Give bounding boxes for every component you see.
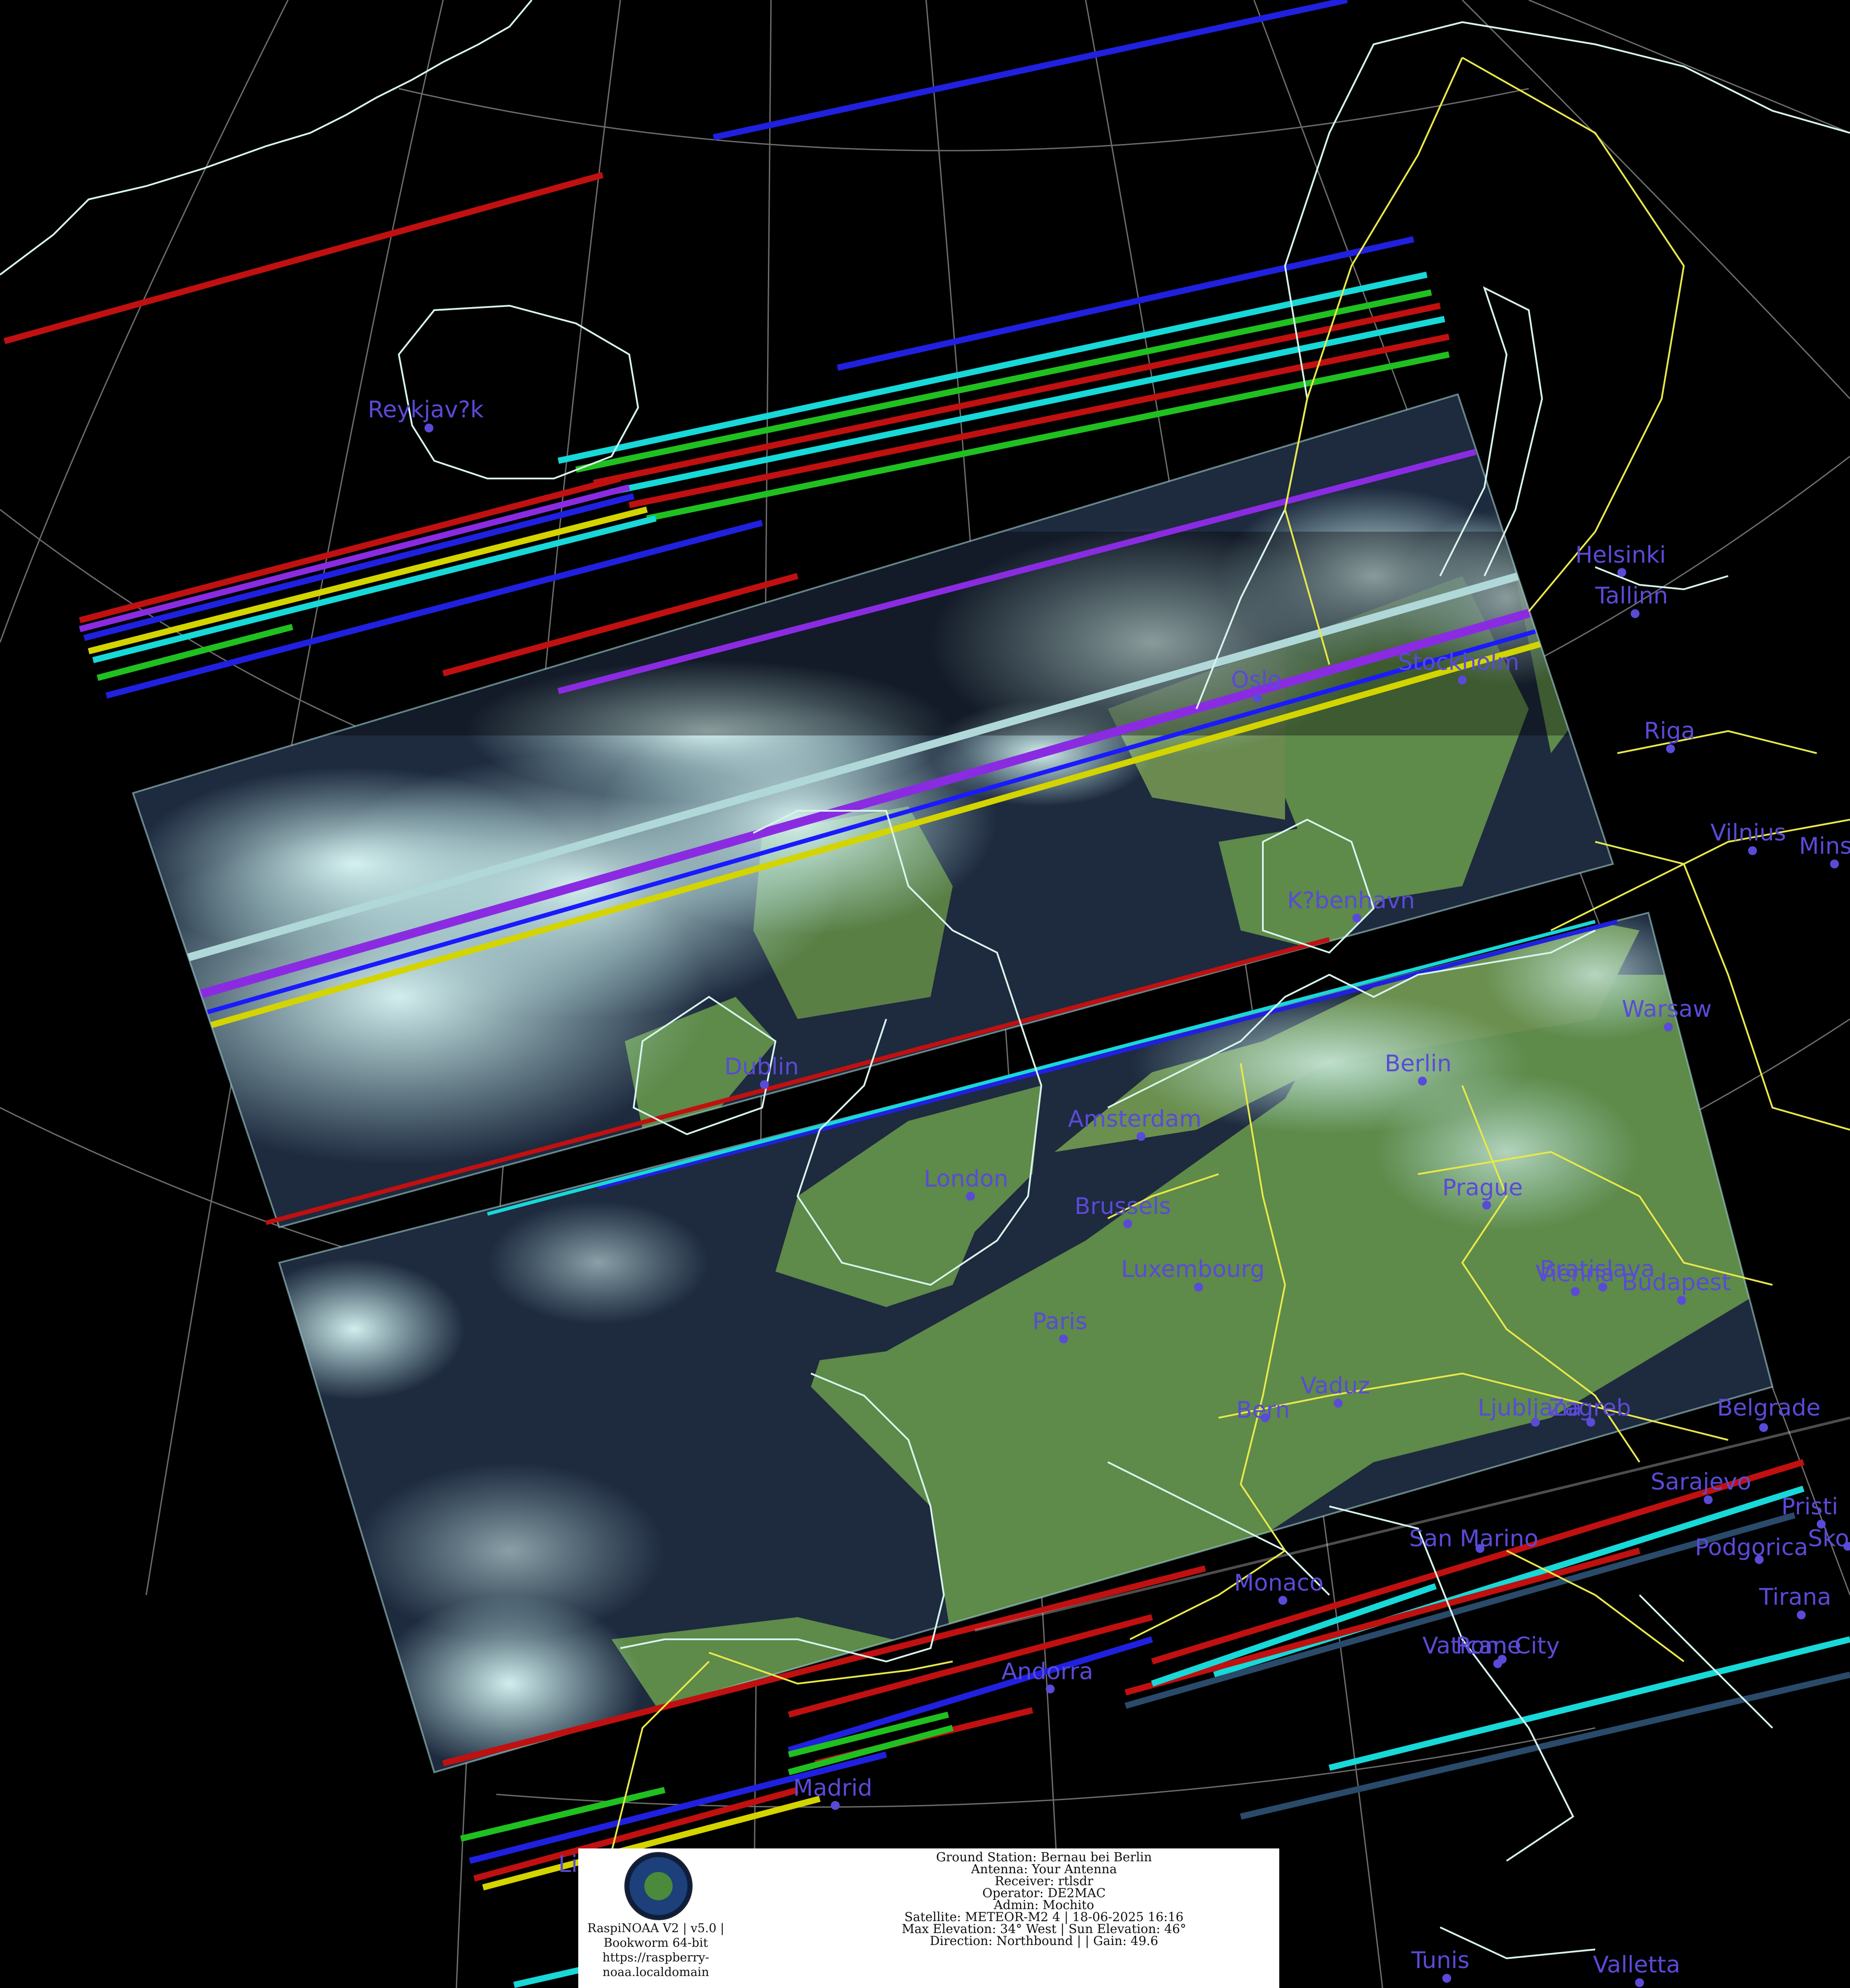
satellite-map: Reykjav?k Helsinki Tallinn Stockholm Osl… [0,0,1850,1988]
software-line-3: https://raspberry- [602,1951,709,1965]
receiver: Receiver: rtlsdr [994,1874,1094,1888]
city-rome: Rome [1456,1633,1521,1664]
city-label-budapest: Budapest [1622,1269,1731,1296]
city-lisbon: Li [558,1851,577,1878]
city-tunis: Tunis [1411,1947,1469,1983]
antenna: Antenna: Your Antenna [971,1862,1117,1876]
city-skopje: Sko [1808,1525,1850,1552]
city-reykjavik: Reykjav?k [368,397,483,432]
city-label-san-marino: San Marino [1409,1525,1538,1552]
city-label-luxembourg: Luxembourg [1121,1256,1265,1283]
city-vilnius: Vilnius [1710,820,1786,855]
city-podgorica: Podgorica [1695,1534,1808,1564]
city-label-rome: Rome [1456,1633,1521,1659]
city-monaco: Monaco [1234,1570,1324,1605]
software-line-4: noaa.localdomain [602,1965,709,1979]
elevation: Max Elevation: 34° West | Sun Elevation:… [901,1922,1187,1936]
city-label-prague: Prague [1442,1175,1523,1201]
city-valletta: Valletta [1593,1952,1680,1987]
city-label-berlin: Berlin [1385,1050,1452,1077]
city-minsk: Mins [1799,833,1850,868]
city-label-tirana: Tirana [1759,1584,1831,1611]
city-tallinn: Tallinn [1595,583,1668,618]
city-label-warsaw: Warsaw [1622,996,1712,1023]
city-label-tallinn: Tallinn [1595,583,1668,609]
city-label-brussels: Brussels [1075,1193,1171,1220]
city-label-valletta: Valletta [1593,1952,1680,1978]
city-label-skopje: Sko [1808,1525,1849,1552]
info-panel: RaspiNOAA V2 | v5.0 | Bookworm 64-bit ht… [578,1848,1279,1988]
satellite-swath [133,394,1772,1772]
raspinoaa-logo-icon [624,1852,693,1920]
city-label-lisbon: Li [558,1851,577,1878]
city-label-helsinki: Helsinki [1575,542,1666,568]
city-label-riga: Riga [1644,718,1695,744]
software-line-1: RaspiNOAA V2 | v5.0 | [587,1922,724,1935]
admin: Admin: Mochito [993,1898,1094,1912]
station-info: Ground Station: Bernau bei Berlin Antenn… [809,1851,1279,1947]
ground-station: Ground Station: Bernau bei Berlin [936,1850,1152,1864]
city-label-zagreb: Zagreb [1549,1395,1631,1421]
city-label-andorra: Andorra [1001,1658,1093,1685]
city-san-marino: San Marino [1409,1525,1538,1553]
city-label-pristina: Pristi [1781,1494,1838,1520]
software-info: RaspiNOAA V2 | v5.0 | Bookworm 64-bit ht… [578,1921,733,1980]
city-riga: Riga [1644,718,1695,753]
operator: Operator: DE2MAC [982,1886,1106,1900]
city-label-podgorica: Podgorica [1695,1534,1808,1561]
city-label-amsterdam: Amsterdam [1068,1106,1202,1132]
city-label-vilnius: Vilnius [1710,820,1786,846]
city-pristina: Pristi [1781,1494,1838,1529]
city-belgrade: Belgrade [1717,1395,1820,1432]
city-andorra: Andorra [1001,1658,1093,1693]
city-label-monaco: Monaco [1234,1570,1324,1596]
software-line-2: Bookworm 64-bit [604,1936,708,1950]
city-label-belgrade: Belgrade [1717,1395,1820,1421]
satellite-pass: Satellite: METEOR-M2 4 | 18-06-2025 16:1… [904,1910,1184,1924]
city-label-dublin: Dublin [724,1054,799,1080]
city-bern: Bern [1236,1397,1290,1424]
city-tirana: Tirana [1759,1584,1831,1619]
city-label-vienna: Vienna [1535,1260,1615,1287]
city-label-kobenhavn: K?benhavn [1287,887,1415,914]
city-label-minsk: Mins [1799,833,1850,860]
city-label-oslo: Oslo [1231,667,1281,693]
city-label-vaduz: Vaduz [1301,1373,1370,1399]
direction-gain: Direction: Northbound | | Gain: 49.6 [930,1934,1158,1948]
city-label-stockholm: Stockholm [1398,649,1519,676]
city-label-london: London [924,1166,1009,1192]
city-label-bern: Bern [1236,1397,1290,1424]
city-label-madrid: Madrid [793,1775,872,1801]
city-sarajevo: Sarajevo [1651,1469,1751,1504]
city-label-paris: Paris [1032,1308,1087,1335]
city-label-tunis: Tunis [1411,1947,1469,1974]
city-label-reykjavik: Reykjav?k [368,397,483,423]
city-helsinki: Helsinki [1575,542,1666,577]
city-label-sarajevo: Sarajevo [1651,1469,1751,1495]
